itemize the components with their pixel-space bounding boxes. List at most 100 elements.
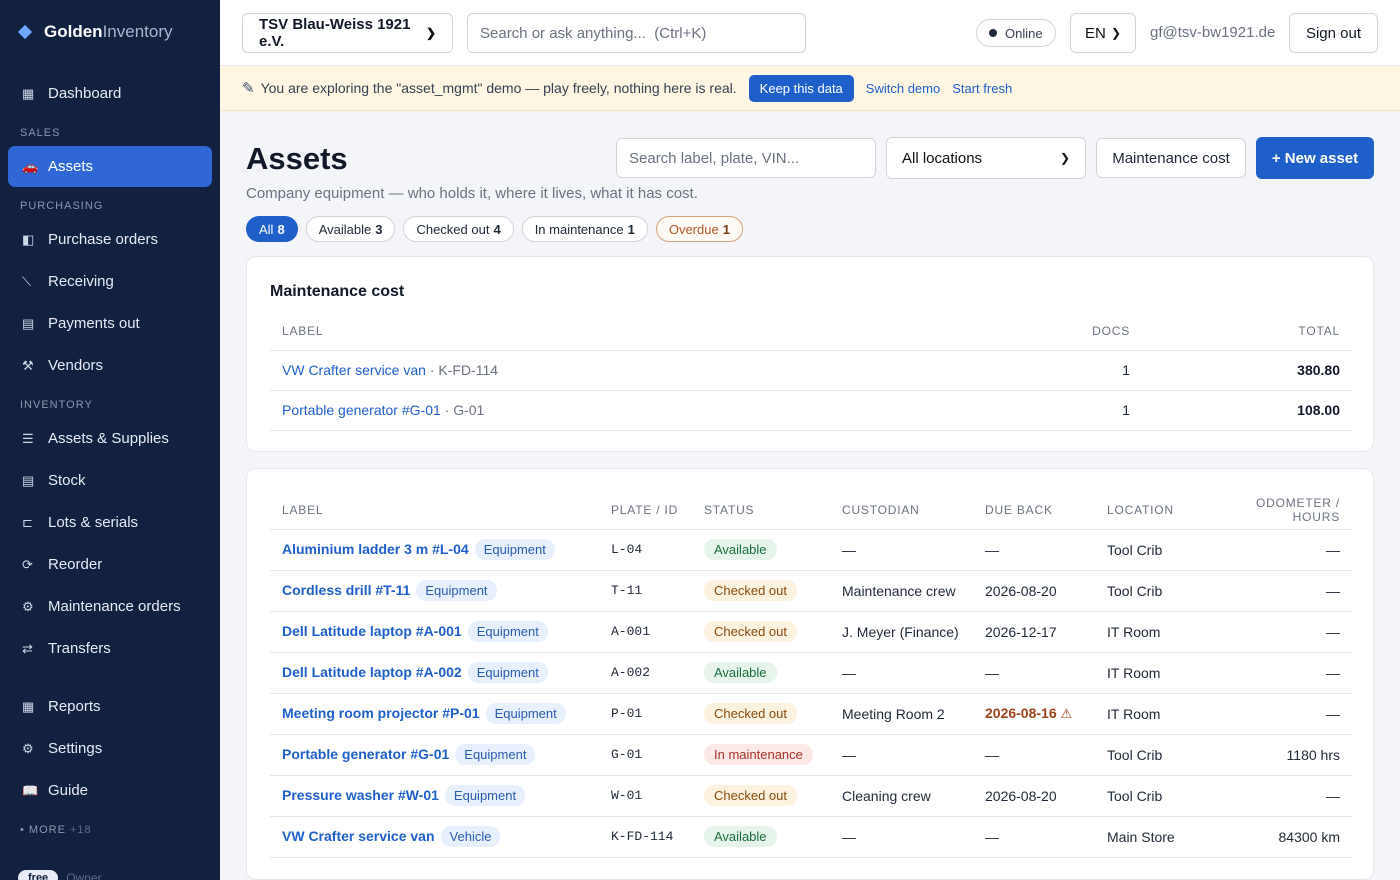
sidebar-item-label: Vendors [48, 357, 104, 374]
sidebar-item-vendors[interactable]: ⚒ Vendors [8, 345, 212, 386]
column-header-label: LABEL [270, 491, 599, 530]
start-fresh-link[interactable]: Start fresh [952, 81, 1012, 96]
asset-name-link[interactable]: Pressure washer #W-01 [282, 787, 439, 803]
sidebar-item-lots-serials[interactable]: ⊏ Lots & serials [8, 502, 212, 543]
gear-icon: ⚙ [22, 740, 34, 756]
location-filter-value: All locations [902, 149, 983, 167]
table-row[interactable]: Portable generator #G-01 Equipment G-01 I… [270, 734, 1352, 776]
odometer-cell: — [1199, 693, 1352, 735]
sidebar-item-label: Purchase orders [48, 231, 159, 248]
sidebar-item-purchase-orders[interactable]: ◧ Purchase orders [8, 219, 212, 260]
payment-icon: ▤ [22, 315, 35, 331]
sidebar-item-label: Maintenance orders [48, 598, 181, 615]
sidebar-item-transfers[interactable]: ⇄ Transfers [8, 628, 212, 669]
table-row: VW Crafter service van · K-FD-114 1 380.… [270, 350, 1352, 391]
sidebar-item-stock[interactable]: ▤ Stock [8, 460, 212, 501]
maint-label-cell: Portable generator #G-01 · G-01 [270, 390, 1022, 431]
asset-name-link[interactable]: Cordless drill #T-11 [282, 582, 410, 598]
sidebar-item-assets-supplies[interactable]: ☰ Assets & Supplies [8, 418, 212, 459]
odometer-cell: — [1199, 570, 1352, 612]
sidebar-item-label: Reports [48, 698, 101, 715]
sidebar-item-label: Guide [48, 782, 89, 799]
card-title: Maintenance cost [270, 283, 405, 300]
chevron-down-icon: ❯ [425, 26, 436, 40]
status-dot-icon [989, 29, 997, 37]
filter-chip-in-maintenance[interactable]: In maintenance 1 [521, 216, 648, 242]
plate-cell: A-002 [599, 652, 692, 694]
pencil-icon: ✎ [242, 80, 255, 97]
table-row[interactable]: VW Crafter service van Vehicle K-FD-114 A… [270, 816, 1352, 858]
chip-label: Overdue [668, 221, 719, 237]
asset-link[interactable]: VW Crafter service van [282, 362, 426, 378]
column-header-odometer: ODOMETER / HOURS [1199, 491, 1352, 530]
sign-out-button[interactable]: Sign out [1289, 13, 1378, 53]
table-row[interactable]: Aluminium ladder 3 m #L-04 Equipment L-04… [270, 529, 1352, 571]
status-badge: Available [704, 539, 777, 560]
overdue-date: 2026-08-16 [985, 705, 1057, 721]
location-cell: Tool Crib [1095, 734, 1199, 776]
page-title: Assets [246, 141, 348, 176]
sidebar-more-toggle[interactable]: • MORE +18 [20, 824, 92, 836]
sidebar-item-dashboard[interactable]: ▦ Dashboard [8, 73, 212, 114]
asset-type-tag: Equipment [455, 744, 536, 765]
filter-chip-available[interactable]: Available 3 [305, 216, 396, 242]
sidebar-item-reports[interactable]: ▦ Reports [8, 686, 212, 727]
maintenance-cost-button[interactable]: Maintenance cost [1096, 138, 1246, 178]
status-cell: Checked out [692, 693, 830, 735]
sidebar-item-label: Lots & serials [48, 514, 139, 531]
status-cell: Available [692, 529, 830, 571]
sidebar-item-settings[interactable]: ⚙ Settings [8, 728, 212, 769]
odometer-cell: — [1199, 529, 1352, 571]
custodian-cell: Meeting Room 2 [830, 693, 973, 735]
organization-select[interactable]: TSV Blau-Weiss 1921 e.V. ❯ [242, 13, 453, 53]
asset-type-tag: Vehicle [440, 826, 501, 847]
arrows-icon: ⇄ [22, 640, 33, 656]
status-badge: Available [704, 662, 777, 683]
table-row[interactable]: Meeting room projector #P-01 Equipment P-… [270, 693, 1352, 735]
switch-demo-link[interactable]: Switch demo [866, 81, 940, 96]
brand-logo[interactable]: Golden Inventory [0, 0, 220, 64]
chip-count: 8 [277, 221, 285, 237]
sidebar-item-reorder[interactable]: ⟳ Reorder [8, 544, 212, 585]
language-select[interactable]: EN ❯ [1070, 13, 1136, 53]
asset-type-tag: Equipment [444, 785, 526, 806]
diamond-icon [17, 24, 33, 40]
sidebar-item-guide[interactable]: 📖 Guide [8, 770, 212, 811]
table-row[interactable]: Dell Latitude laptop #A-001 Equipment A-0… [270, 611, 1352, 653]
status-badge: Checked out [704, 785, 797, 806]
asset-name-link[interactable]: Aluminium ladder 3 m #L-04 [282, 541, 469, 557]
organization-name: TSV Blau-Weiss 1921 e.V. [259, 16, 411, 50]
asset-search-input[interactable] [616, 138, 876, 178]
table-row[interactable]: Pressure washer #W-01 Equipment W-01 Chec… [270, 775, 1352, 817]
odometer-cell: — [1199, 775, 1352, 817]
table-row[interactable]: Cordless drill #T-11 Equipment T-11 Check… [270, 570, 1352, 612]
chip-count: 1 [627, 221, 635, 237]
asset-name-link[interactable]: Meeting room projector #P-01 [282, 705, 480, 721]
table-row[interactable]: Dell Latitude laptop #A-002 Equipment A-0… [270, 652, 1352, 694]
asset-type-tag: Equipment [467, 621, 548, 642]
sidebar: Golden Inventory ▦ Dashboard SALES 🚗 Ass… [0, 0, 220, 880]
global-search-input[interactable] [467, 13, 806, 53]
asset-name-link[interactable]: Dell Latitude laptop #A-002 [282, 664, 462, 680]
asset-name-link[interactable]: VW Crafter service van [282, 828, 435, 844]
asset-name-link[interactable]: Dell Latitude laptop #A-001 [282, 623, 462, 639]
asset-type-tag: Equipment [485, 703, 566, 724]
filter-chip-all[interactable]: All 8 [246, 216, 298, 242]
sidebar-item-assets[interactable]: 🚗 Assets [8, 146, 212, 187]
chip-count: 4 [493, 221, 501, 237]
sidebar-item-receiving[interactable]: ⟍ Receiving [8, 261, 212, 302]
custodian-cell: J. Meyer (Finance) [830, 611, 973, 653]
asset-link[interactable]: Portable generator #G-01 [282, 402, 441, 418]
new-asset-button[interactable]: + New asset [1256, 137, 1374, 179]
asset-name-link[interactable]: Portable generator #G-01 [282, 746, 449, 762]
asset-id: · G-01 [440, 402, 485, 418]
location-filter-select[interactable]: All locations ❯ [886, 137, 1086, 179]
sidebar-item-maintenance-orders[interactable]: ⚙ Maintenance orders [8, 586, 212, 627]
keep-data-button[interactable]: Keep this data [748, 74, 854, 102]
total-cell: 380.80 [1142, 350, 1352, 391]
filter-chip-checked-out[interactable]: Checked out 4 [403, 216, 514, 242]
filter-chip-overdue[interactable]: Overdue 1 [655, 216, 743, 242]
column-header-docs: DOCS [1022, 312, 1142, 351]
sidebar-item-payments-out[interactable]: ▤ Payments out [8, 303, 212, 344]
location-cell: IT Room [1095, 693, 1199, 735]
